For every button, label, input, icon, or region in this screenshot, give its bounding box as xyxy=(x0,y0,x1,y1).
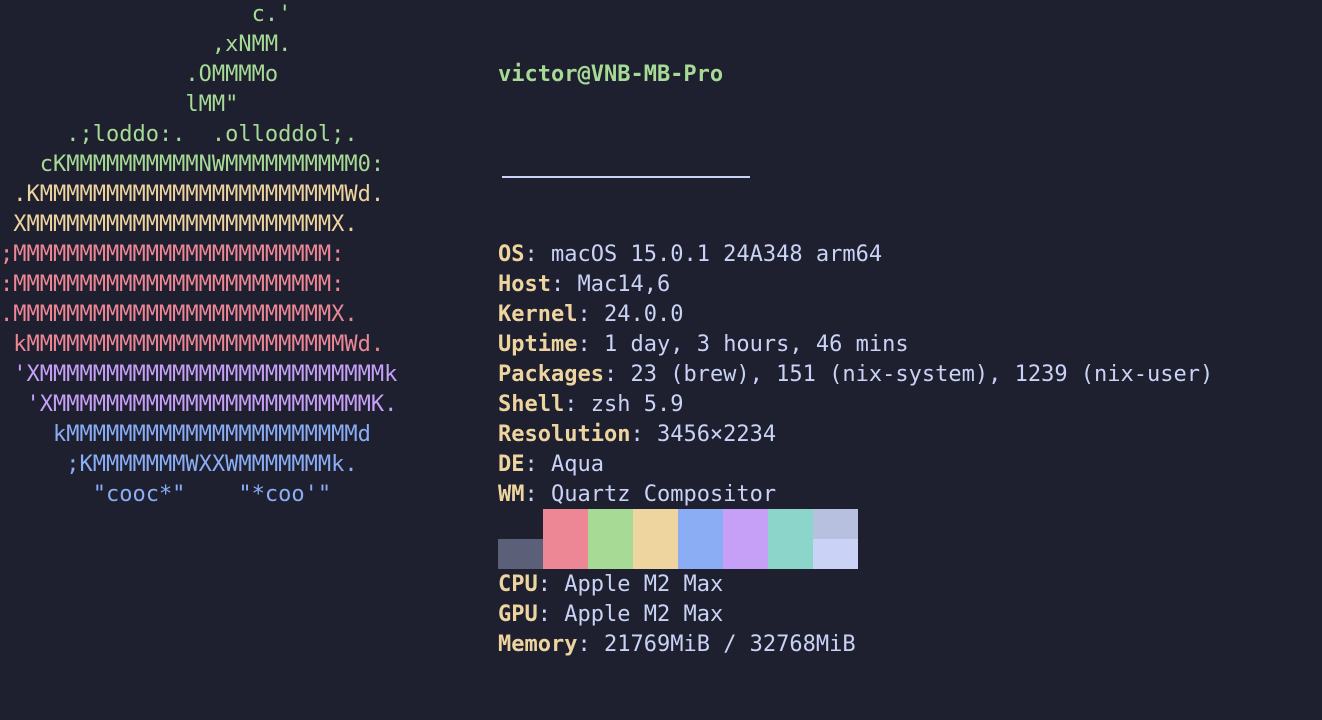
swatch-bright-blue xyxy=(678,539,723,569)
swatch-white xyxy=(813,509,858,539)
swatch-bright-cyan xyxy=(768,539,813,569)
info-key: Kernel xyxy=(498,302,578,327)
info-value: 23 (brew), 151 (nix-system), 1239 (nix-u… xyxy=(630,362,1214,387)
info-row-resolution: Resolution: 3456×2234 xyxy=(498,420,1213,450)
info-value: Apple M2 Max xyxy=(564,602,724,627)
logo-line: "cooc*" "*coo'" xyxy=(0,482,332,507)
info-value: Apple M2 Max xyxy=(564,572,724,597)
info-value: 1 day, 3 hours, 46 mins xyxy=(603,332,909,357)
logo-line: ;KMMMMMMMWXXWMMMMMMMk. xyxy=(0,452,358,477)
info-key: GPU xyxy=(498,602,538,627)
info-colon: : xyxy=(550,272,578,297)
swatch-bright-white xyxy=(813,539,858,569)
title-separator xyxy=(498,150,1213,180)
logo-line: ,xNMM. xyxy=(0,32,292,57)
terminal-output: c.' ,xNMM. .OMMMMo lMM" .;loddo:. .ollod… xyxy=(0,0,1322,657)
info-row-host: Host: Mac14,6 xyxy=(498,270,1213,300)
info-row-memory: Memory: 21769MiB / 32768MiB xyxy=(498,630,1213,660)
info-colon: : xyxy=(524,452,551,477)
info-colon: : xyxy=(577,632,604,657)
info-value: 21769MiB / 32768MiB xyxy=(603,632,856,657)
swatch-green xyxy=(588,509,633,539)
swatch-black xyxy=(498,509,543,539)
info-value: zsh 5.9 xyxy=(590,392,684,417)
info-colon: : xyxy=(537,572,565,597)
logo-line: kMMMMMMMMMMMMMMMMMMMMMMMMWd. xyxy=(0,332,385,357)
swatch-bright-green xyxy=(588,539,633,569)
info-key: Host xyxy=(498,272,551,297)
info-row-de: DE: Aqua xyxy=(498,450,1213,480)
logo-line: .KMMMMMMMMMMMMMMMMMMMMMMMWd. xyxy=(0,182,385,207)
info-row-cpu: CPU: Apple M2 Max xyxy=(498,570,1213,600)
swatch-bright-black xyxy=(498,539,543,569)
logo-line: ;MMMMMMMMMMMMMMMMMMMMMMMM: xyxy=(0,242,345,267)
logo-line: .MMMMMMMMMMMMMMMMMMMMMMMMX. xyxy=(0,302,358,327)
info-key: OS xyxy=(498,242,525,267)
info-key: Shell xyxy=(498,392,565,417)
info-rows: OS: macOS 15.0.1 24A348 arm64 Host: Mac14… xyxy=(498,240,1213,660)
logo-line: XMMMMMMMMMMMMMMMMMMMMMMMX. xyxy=(0,212,358,237)
logo-line: c.' xyxy=(0,2,292,27)
info-row-wm: WM: Quartz Compositor xyxy=(498,480,1213,510)
info-colon: : xyxy=(630,422,657,447)
info-colon: : xyxy=(524,482,551,507)
info-value: Quartz Compositor xyxy=(551,482,777,507)
info-value: Aqua xyxy=(551,452,604,477)
logo-line: cKMMMMMMMMMMNWMMMMMMMMMM0: xyxy=(0,152,385,177)
info-value: 3456×2234 xyxy=(656,422,777,447)
swatch-yellow xyxy=(633,509,678,539)
info-row-shell: Shell: zsh 5.9 xyxy=(498,390,1213,420)
info-key: CPU xyxy=(498,572,538,597)
info-row-gpu: GPU: Apple M2 Max xyxy=(498,600,1213,630)
separator-rule xyxy=(502,176,750,178)
user-host-title: victor@VNB-MB-Pro xyxy=(498,62,724,87)
info-colon: : xyxy=(577,332,604,357)
swatch-red xyxy=(543,509,588,539)
info-row-kernel: Kernel: 24.0.0 xyxy=(498,300,1213,330)
logo-line: .OMMMMo xyxy=(0,62,279,87)
color-palette xyxy=(498,509,858,569)
info-key: WM xyxy=(498,482,525,507)
info-colon: : xyxy=(564,392,591,417)
info-key: Memory xyxy=(498,632,578,657)
info-value: 24.0.0 xyxy=(603,302,684,327)
info-key: Uptime xyxy=(498,332,578,357)
system-info-panel: victor@VNB-MB-Pro OS: macOS 15.0.1 24A34… xyxy=(498,0,1213,720)
info-colon: : xyxy=(577,302,604,327)
apple-ascii-logo: c.' ,xNMM. .OMMMMo lMM" .;loddo:. .ollod… xyxy=(0,0,397,510)
info-row-uptime: Uptime: 1 day, 3 hours, 46 mins xyxy=(498,330,1213,360)
logo-line: kMMMMMMMMMMMMMMMMMMMMMMd xyxy=(0,422,371,447)
info-key: Packages xyxy=(498,362,604,387)
swatch-magenta xyxy=(723,509,768,539)
logo-line: 'XMMMMMMMMMMMMMMMMMMMMMMMMK. xyxy=(0,392,398,417)
info-colon: : xyxy=(537,602,565,627)
info-value: macOS 15.0.1 24A348 arm64 xyxy=(551,242,883,267)
info-key: DE xyxy=(498,452,525,477)
info-row-packages: Packages: 23 (brew), 151 (nix-system), 1… xyxy=(498,360,1213,390)
swatch-bright-yellow xyxy=(633,539,678,569)
info-colon: : xyxy=(603,362,631,387)
info-key: Resolution xyxy=(498,422,631,447)
info-row-os: OS: macOS 15.0.1 24A348 arm64 xyxy=(498,240,1213,270)
swatch-cyan xyxy=(768,509,813,539)
logo-line: :MMMMMMMMMMMMMMMMMMMMMMMM: xyxy=(0,272,345,297)
logo-line: .;loddo:. .olloddol;. xyxy=(0,122,358,147)
info-colon: : xyxy=(524,242,551,267)
swatch-blue xyxy=(678,509,723,539)
swatch-bright-magenta xyxy=(723,539,768,569)
logo-line: lMM" xyxy=(0,92,239,117)
info-value: Mac14,6 xyxy=(577,272,671,297)
logo-line: 'XMMMMMMMMMMMMMMMMMMMMMMMMMMk xyxy=(0,362,398,387)
swatch-bright-red xyxy=(543,539,588,569)
